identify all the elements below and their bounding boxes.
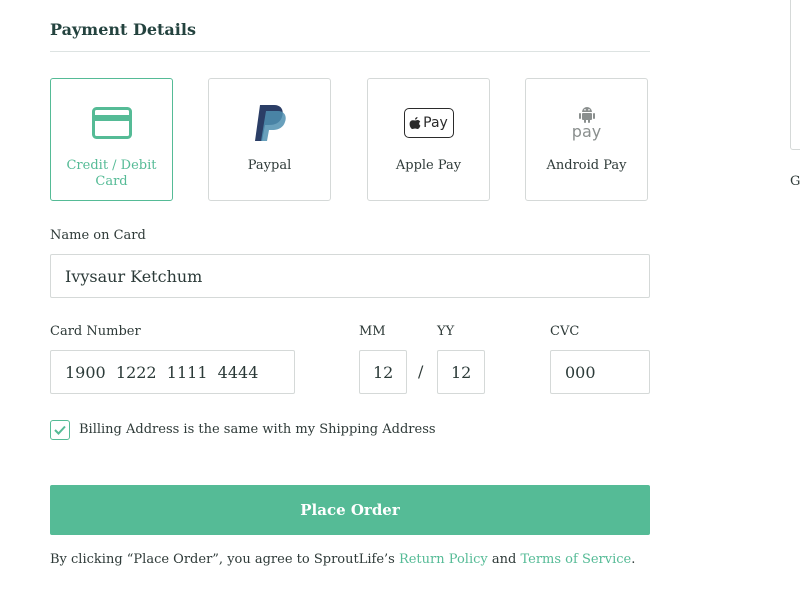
expiry-month-label: MM (359, 324, 386, 339)
billing-same-checkbox[interactable] (50, 420, 70, 440)
terms-suffix: . (631, 552, 636, 567)
side-panel-text: G (790, 174, 800, 189)
payment-option-label: Android Pay (546, 158, 627, 173)
card-number-label: Card Number (50, 324, 141, 339)
android-robot-icon (578, 107, 595, 123)
expiry-year-input[interactable] (437, 350, 485, 394)
expiry-month-input[interactable] (359, 350, 407, 394)
credit-card-icon (82, 101, 142, 145)
android-pay-text: pay (571, 122, 602, 141)
payment-option-label: Apple Pay (395, 158, 462, 173)
apple-pay-text: Pay (423, 115, 448, 131)
apple-pay-icon: Pay (399, 101, 459, 145)
paypal-icon (240, 101, 300, 145)
billing-same-label: Billing Address is the same with my Ship… (79, 422, 436, 437)
payment-option-label: Credit / Debit Card (66, 158, 157, 189)
terms-prefix: By clicking “Place Order”, you agree to … (50, 552, 399, 567)
section-divider (50, 51, 650, 52)
android-pay-icon: pay (557, 101, 617, 145)
expiry-year-label: YY (437, 324, 455, 339)
order-summary-panel (790, 0, 800, 150)
terms-of-service-link[interactable]: Terms of Service (520, 552, 631, 567)
name-on-card-input[interactable] (50, 254, 650, 298)
name-on-card-label: Name on Card (50, 228, 146, 243)
cvc-label: CVC (550, 324, 580, 339)
payment-option-paypal[interactable]: Paypal (208, 78, 331, 201)
payment-option-apple-pay[interactable]: Pay Apple Pay (367, 78, 490, 201)
payment-option-android-pay[interactable]: pay Android Pay (525, 78, 648, 201)
terms-notice: By clicking “Place Order”, you agree to … (50, 552, 635, 567)
place-order-button[interactable]: Place Order (50, 485, 650, 535)
payment-option-label: Paypal (247, 158, 292, 173)
payment-option-card[interactable]: Credit / Debit Card (50, 78, 173, 201)
return-policy-link[interactable]: Return Policy (399, 552, 488, 567)
terms-and: and (487, 552, 521, 567)
expiry-separator: / (418, 362, 424, 381)
section-title: Payment Details (50, 20, 196, 39)
cvc-input[interactable] (550, 350, 650, 394)
apple-logo-icon (409, 117, 421, 129)
checkmark-icon (54, 425, 66, 435)
card-number-input[interactable] (50, 350, 295, 394)
